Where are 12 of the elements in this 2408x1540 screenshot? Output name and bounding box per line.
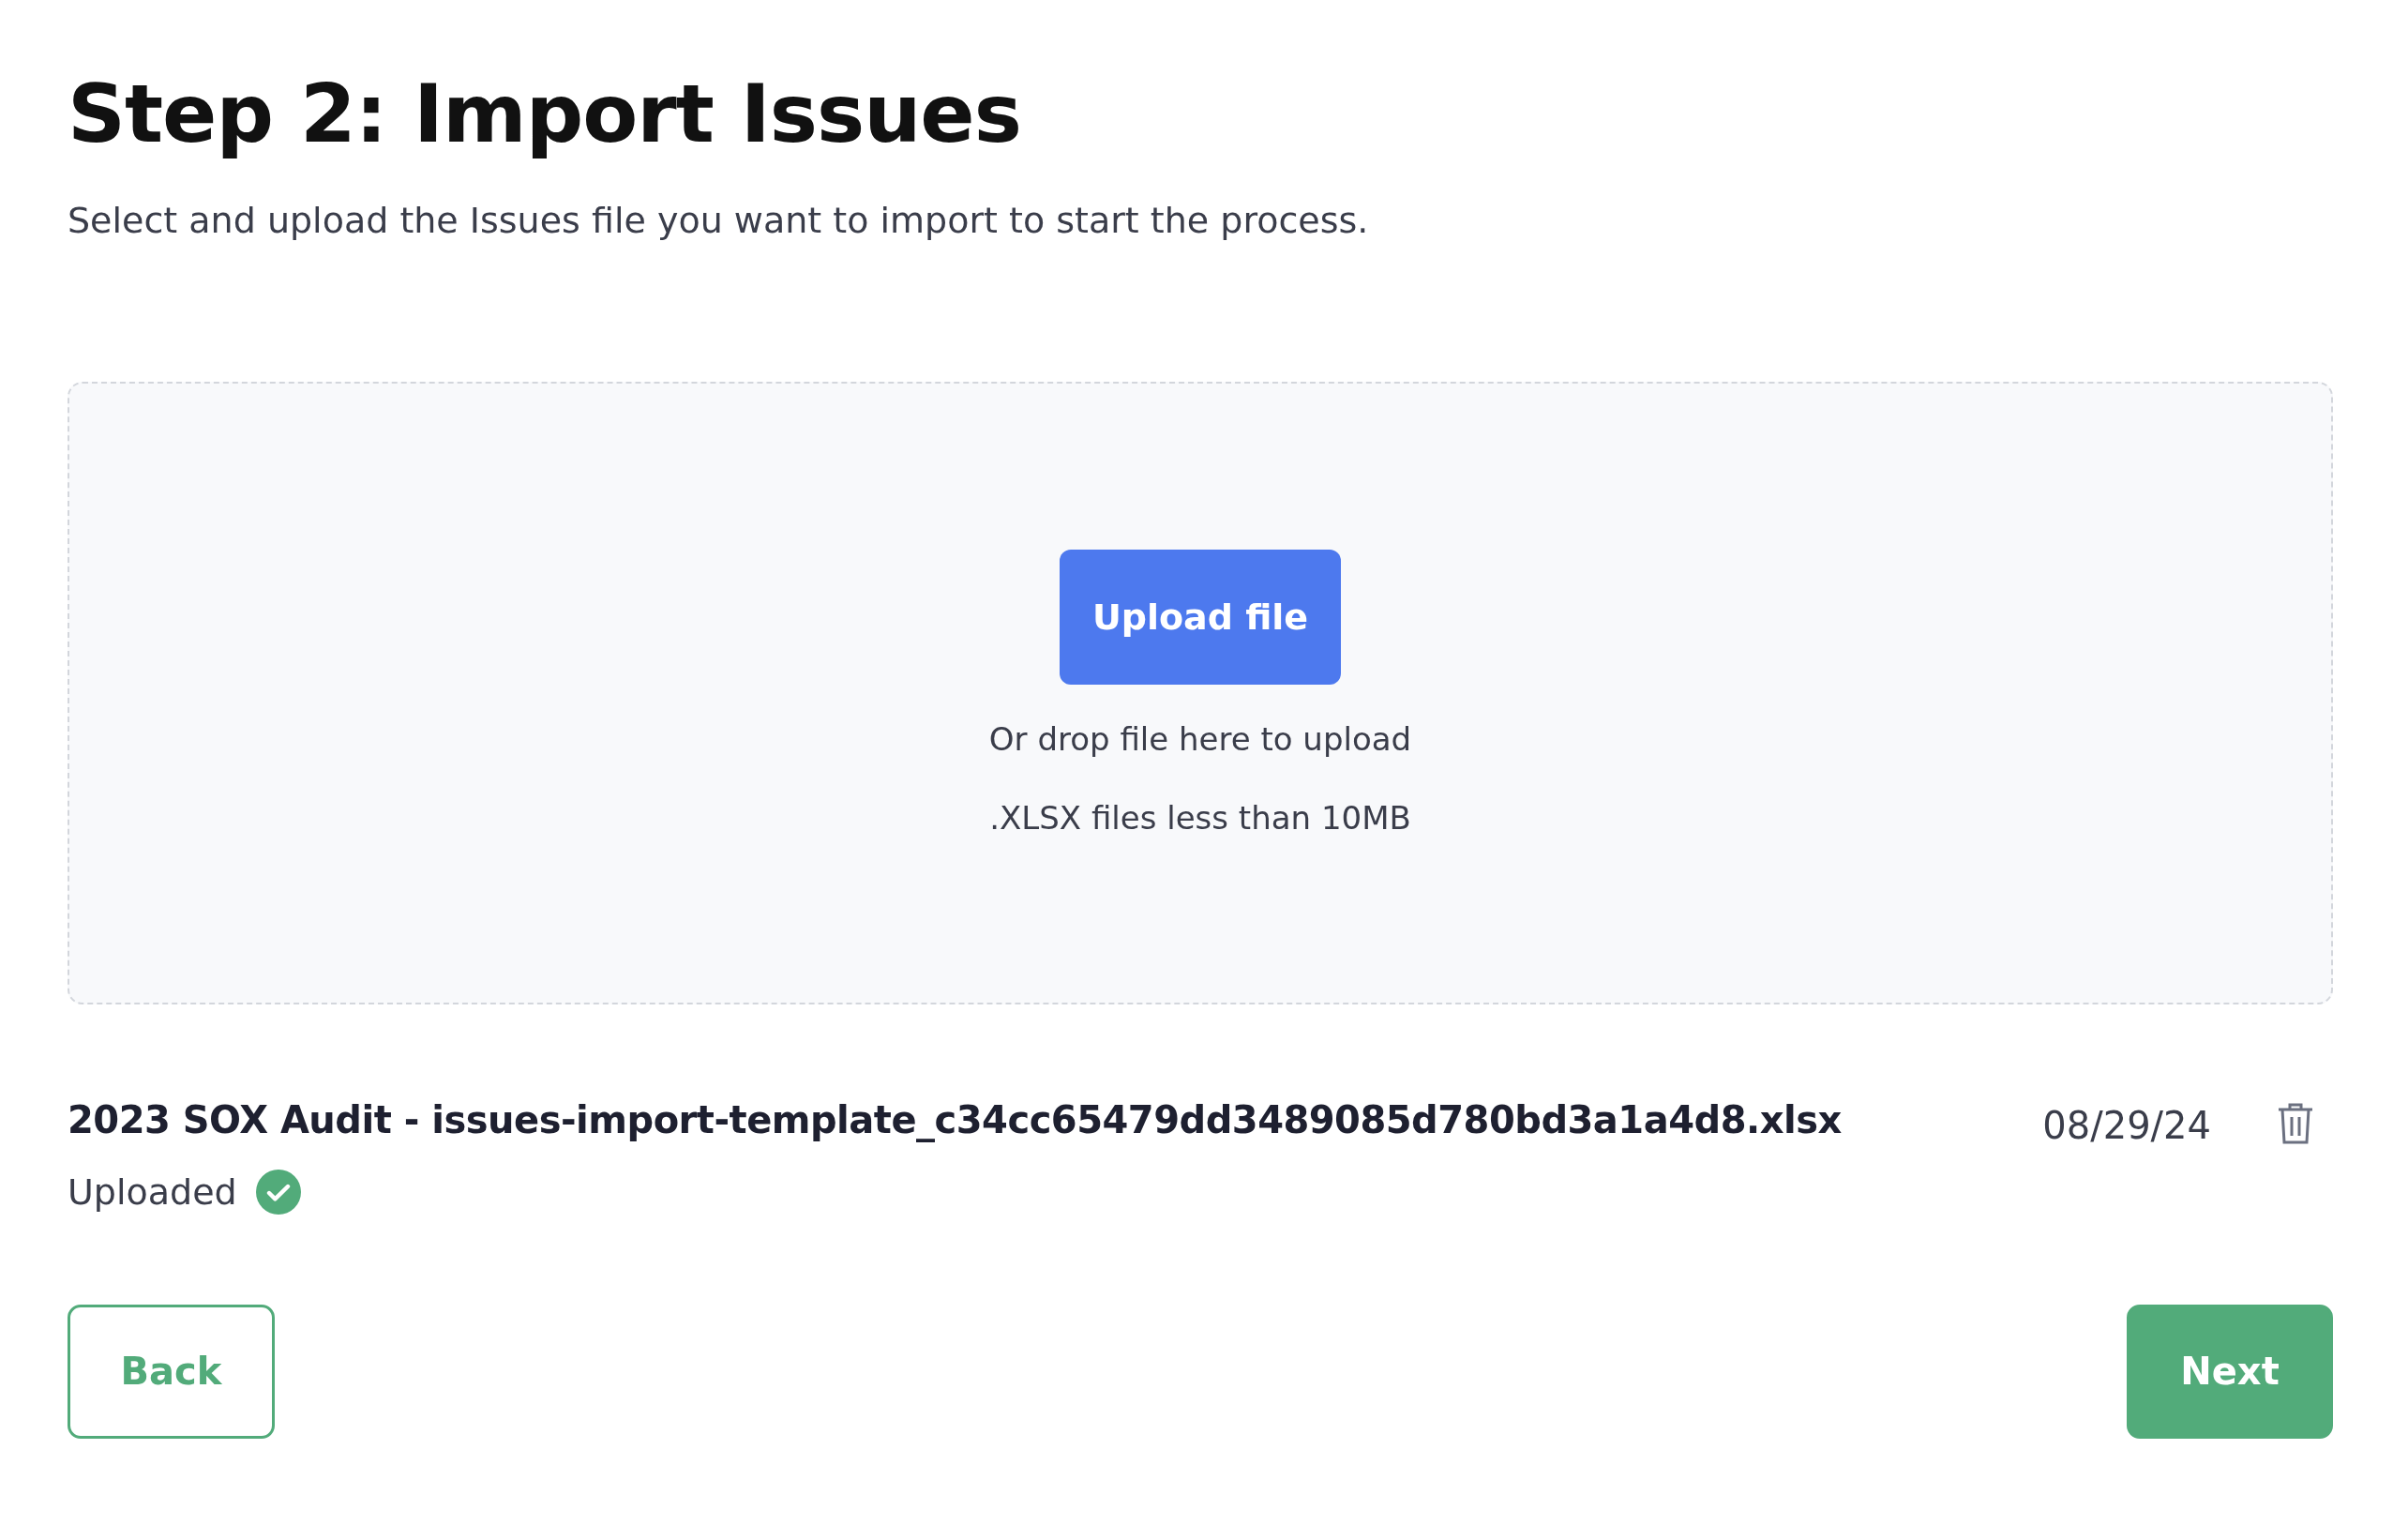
file-limit-hint: .XLSX files less than 10MB [989, 798, 1411, 837]
page-title: Step 2: Import Issues [68, 66, 1022, 162]
drop-zone[interactable]: Upload file Or drop file here to upload .XLSX files less than 10MB [68, 381, 2333, 1004]
file-name: 2023 SOX Audit - issues-import-template_c34cc65479dd3489085d780bd3a1a4d8.xlsx [68, 1097, 1843, 1141]
upload-file-button[interactable]: Upload file [1060, 549, 1341, 685]
back-button[interactable]: Back [68, 1304, 275, 1439]
upload-date: 08/29/24 [2042, 1103, 2211, 1147]
drop-hint: Or drop file here to upload [988, 719, 1412, 758]
delete-icon[interactable] [2277, 1101, 2314, 1145]
next-button[interactable]: Next [2127, 1304, 2333, 1439]
upload-status: Uploaded [68, 1170, 237, 1213]
page-subtitle: Select and upload the Issues file you want to import to start the process. [68, 200, 1370, 243]
